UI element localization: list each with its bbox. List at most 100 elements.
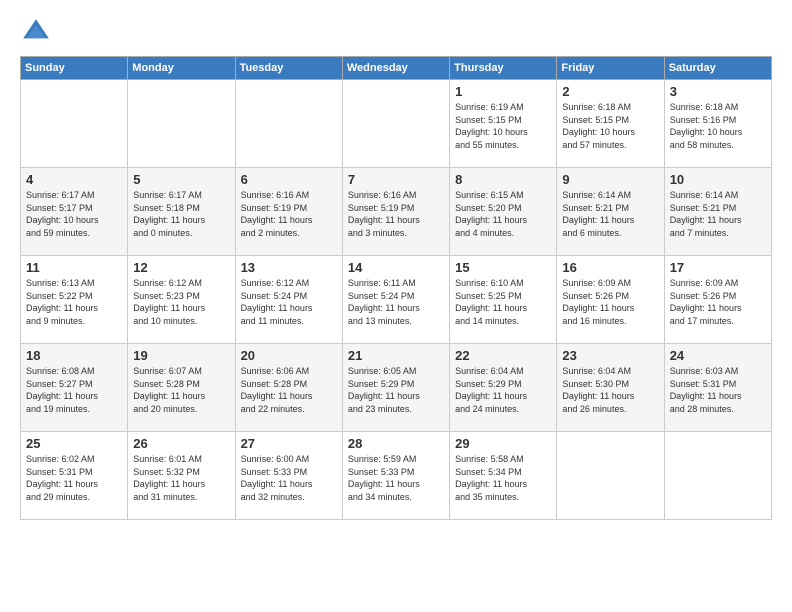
weekday-header: Monday xyxy=(128,57,235,80)
calendar-cell: 6 Sunrise: 6:16 AM Sunset: 5:19 PM Daylig… xyxy=(235,168,342,256)
calendar-cell: 20 Sunrise: 6:06 AM Sunset: 5:28 PM Dayli… xyxy=(235,344,342,432)
day-number: 8 xyxy=(455,172,551,187)
calendar-cell: 10 Sunrise: 6:14 AM Sunset: 5:21 PM Dayli… xyxy=(664,168,771,256)
calendar-cell: 11 Sunrise: 6:13 AM Sunset: 5:22 PM Dayli… xyxy=(21,256,128,344)
weekday-header: Saturday xyxy=(664,57,771,80)
calendar-cell: 5 Sunrise: 6:17 AM Sunset: 5:18 PM Daylig… xyxy=(128,168,235,256)
cell-content: Sunrise: 6:10 AM Sunset: 5:25 PM Dayligh… xyxy=(455,277,551,327)
day-number: 15 xyxy=(455,260,551,275)
calendar-cell: 14 Sunrise: 6:11 AM Sunset: 5:24 PM Dayli… xyxy=(342,256,449,344)
cell-content: Sunrise: 6:01 AM Sunset: 5:32 PM Dayligh… xyxy=(133,453,229,503)
calendar-cell: 4Sunrise: 6:17 AM Sunset: 5:17 PM Daylig… xyxy=(21,168,128,256)
cell-content: Sunrise: 6:15 AM Sunset: 5:20 PM Dayligh… xyxy=(455,189,551,239)
day-number: 23 xyxy=(562,348,658,363)
day-number: 20 xyxy=(241,348,337,363)
calendar-cell: 23 Sunrise: 6:04 AM Sunset: 5:30 PM Dayli… xyxy=(557,344,664,432)
calendar-cell: 29 Sunrise: 5:58 AM Sunset: 5:34 PM Dayli… xyxy=(450,432,557,520)
cell-content: Sunrise: 6:08 AM Sunset: 5:27 PM Dayligh… xyxy=(26,365,122,415)
day-number: 17 xyxy=(670,260,766,275)
calendar-cell xyxy=(235,80,342,168)
weekday-header: Wednesday xyxy=(342,57,449,80)
calendar-cell: 26 Sunrise: 6:01 AM Sunset: 5:32 PM Dayli… xyxy=(128,432,235,520)
day-number: 24 xyxy=(670,348,766,363)
day-number: 11 xyxy=(26,260,122,275)
calendar-cell xyxy=(128,80,235,168)
cell-content: Sunrise: 6:18 AM Sunset: 5:15 PM Dayligh… xyxy=(562,101,658,151)
day-number: 19 xyxy=(133,348,229,363)
cell-content: Sunrise: 6:00 AM Sunset: 5:33 PM Dayligh… xyxy=(241,453,337,503)
calendar-cell: 2 Sunrise: 6:18 AM Sunset: 5:15 PM Daylig… xyxy=(557,80,664,168)
cell-content: Sunrise: 6:04 AM Sunset: 5:29 PM Dayligh… xyxy=(455,365,551,415)
calendar-cell xyxy=(664,432,771,520)
cell-content: Sunrise: 6:19 AM Sunset: 5:15 PM Dayligh… xyxy=(455,101,551,151)
day-number: 29 xyxy=(455,436,551,451)
weekday-header: Sunday xyxy=(21,57,128,80)
day-number: 5 xyxy=(133,172,229,187)
cell-content: Sunrise: 6:14 AM Sunset: 5:21 PM Dayligh… xyxy=(670,189,766,239)
day-number: 13 xyxy=(241,260,337,275)
cell-content: Sunrise: 6:06 AM Sunset: 5:28 PM Dayligh… xyxy=(241,365,337,415)
cell-content: Sunrise: 6:17 AM Sunset: 5:18 PM Dayligh… xyxy=(133,189,229,239)
cell-content: Sunrise: 5:59 AM Sunset: 5:33 PM Dayligh… xyxy=(348,453,444,503)
cell-content: Sunrise: 6:05 AM Sunset: 5:29 PM Dayligh… xyxy=(348,365,444,415)
calendar-cell: 27 Sunrise: 6:00 AM Sunset: 5:33 PM Dayli… xyxy=(235,432,342,520)
calendar-cell: 28Sunrise: 5:59 AM Sunset: 5:33 PM Dayli… xyxy=(342,432,449,520)
day-number: 2 xyxy=(562,84,658,99)
cell-content: Sunrise: 6:02 AM Sunset: 5:31 PM Dayligh… xyxy=(26,453,122,503)
day-number: 3 xyxy=(670,84,766,99)
calendar-cell xyxy=(21,80,128,168)
calendar-cell: 12 Sunrise: 6:12 AM Sunset: 5:23 PM Dayli… xyxy=(128,256,235,344)
day-number: 22 xyxy=(455,348,551,363)
day-number: 27 xyxy=(241,436,337,451)
page-header xyxy=(20,16,772,48)
day-number: 12 xyxy=(133,260,229,275)
day-number: 21 xyxy=(348,348,444,363)
day-number: 6 xyxy=(241,172,337,187)
calendar-cell: 1 Sunrise: 6:19 AM Sunset: 5:15 PM Daylig… xyxy=(450,80,557,168)
weekday-header: Friday xyxy=(557,57,664,80)
logo xyxy=(20,16,56,48)
week-row: 4Sunrise: 6:17 AM Sunset: 5:17 PM Daylig… xyxy=(21,168,772,256)
week-row: 11 Sunrise: 6:13 AM Sunset: 5:22 PM Dayli… xyxy=(21,256,772,344)
week-row: 18 Sunrise: 6:08 AM Sunset: 5:27 PM Dayli… xyxy=(21,344,772,432)
cell-content: Sunrise: 6:09 AM Sunset: 5:26 PM Dayligh… xyxy=(562,277,658,327)
cell-content: Sunrise: 5:58 AM Sunset: 5:34 PM Dayligh… xyxy=(455,453,551,503)
cell-content: Sunrise: 6:18 AM Sunset: 5:16 PM Dayligh… xyxy=(670,101,766,151)
cell-content: Sunrise: 6:07 AM Sunset: 5:28 PM Dayligh… xyxy=(133,365,229,415)
calendar-cell xyxy=(342,80,449,168)
calendar-cell: 25 Sunrise: 6:02 AM Sunset: 5:31 PM Dayli… xyxy=(21,432,128,520)
day-number: 26 xyxy=(133,436,229,451)
cell-content: Sunrise: 6:04 AM Sunset: 5:30 PM Dayligh… xyxy=(562,365,658,415)
week-row: 1 Sunrise: 6:19 AM Sunset: 5:15 PM Daylig… xyxy=(21,80,772,168)
cell-content: Sunrise: 6:14 AM Sunset: 5:21 PM Dayligh… xyxy=(562,189,658,239)
cell-content: Sunrise: 6:17 AM Sunset: 5:17 PM Dayligh… xyxy=(26,189,122,239)
day-number: 1 xyxy=(455,84,551,99)
weekday-header: Thursday xyxy=(450,57,557,80)
calendar-cell: 9 Sunrise: 6:14 AM Sunset: 5:21 PM Daylig… xyxy=(557,168,664,256)
calendar-cell: 15 Sunrise: 6:10 AM Sunset: 5:25 PM Dayli… xyxy=(450,256,557,344)
weekday-header-row: SundayMondayTuesdayWednesdayThursdayFrid… xyxy=(21,57,772,80)
day-number: 9 xyxy=(562,172,658,187)
calendar-cell: 13 Sunrise: 6:12 AM Sunset: 5:24 PM Dayli… xyxy=(235,256,342,344)
cell-content: Sunrise: 6:13 AM Sunset: 5:22 PM Dayligh… xyxy=(26,277,122,327)
week-row: 25 Sunrise: 6:02 AM Sunset: 5:31 PM Dayli… xyxy=(21,432,772,520)
cell-content: Sunrise: 6:11 AM Sunset: 5:24 PM Dayligh… xyxy=(348,277,444,327)
calendar-cell: 24 Sunrise: 6:03 AM Sunset: 5:31 PM Dayli… xyxy=(664,344,771,432)
calendar-cell: 22 Sunrise: 6:04 AM Sunset: 5:29 PM Dayli… xyxy=(450,344,557,432)
cell-content: Sunrise: 6:12 AM Sunset: 5:24 PM Dayligh… xyxy=(241,277,337,327)
calendar-cell: 7Sunrise: 6:16 AM Sunset: 5:19 PM Daylig… xyxy=(342,168,449,256)
cell-content: Sunrise: 6:09 AM Sunset: 5:26 PM Dayligh… xyxy=(670,277,766,327)
day-number: 25 xyxy=(26,436,122,451)
weekday-header: Tuesday xyxy=(235,57,342,80)
cell-content: Sunrise: 6:12 AM Sunset: 5:23 PM Dayligh… xyxy=(133,277,229,327)
calendar-cell: 16 Sunrise: 6:09 AM Sunset: 5:26 PM Dayli… xyxy=(557,256,664,344)
day-number: 16 xyxy=(562,260,658,275)
day-number: 14 xyxy=(348,260,444,275)
day-number: 10 xyxy=(670,172,766,187)
logo-icon xyxy=(20,16,52,48)
cell-content: Sunrise: 6:03 AM Sunset: 5:31 PM Dayligh… xyxy=(670,365,766,415)
cell-content: Sunrise: 6:16 AM Sunset: 5:19 PM Dayligh… xyxy=(241,189,337,239)
day-number: 18 xyxy=(26,348,122,363)
cell-content: Sunrise: 6:16 AM Sunset: 5:19 PM Dayligh… xyxy=(348,189,444,239)
calendar-cell: 3 Sunrise: 6:18 AM Sunset: 5:16 PM Daylig… xyxy=(664,80,771,168)
